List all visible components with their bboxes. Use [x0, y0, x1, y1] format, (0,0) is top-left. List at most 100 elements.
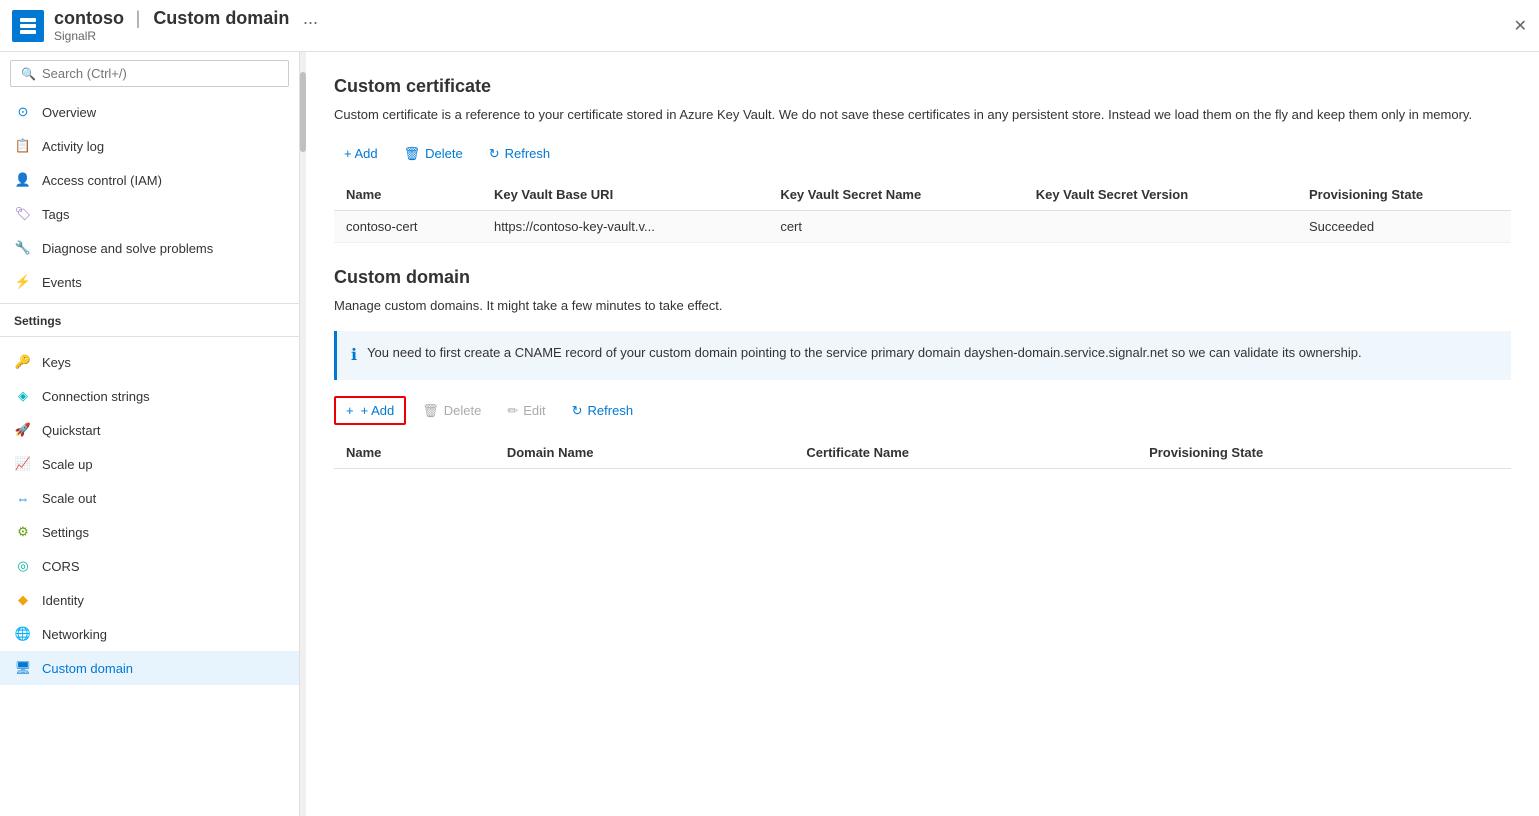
info-banner-text: You need to first create a CNAME record … — [367, 343, 1362, 363]
nav-scale-out[interactable]: ⇔ Scale out — [0, 481, 299, 515]
nav-scale-up[interactable]: 📈 Scale up — [0, 447, 299, 481]
nav-overview[interactable]: ⊙ Overview — [0, 95, 299, 129]
close-button[interactable]: ✕ — [1514, 16, 1527, 36]
settings-icon: ⚙ — [14, 523, 32, 541]
title-bar-text: contoso | Custom domain ... SignalR — [54, 8, 1514, 43]
cert-col-state: Provisioning State — [1297, 179, 1511, 211]
nav-scale-out-label: Scale out — [42, 491, 96, 506]
nav-identity-label: Identity — [42, 593, 84, 608]
nav-activity-log-label: Activity log — [42, 139, 104, 154]
domain-add-button[interactable]: + + Add — [334, 396, 406, 425]
domain-col-state: Provisioning State — [1137, 437, 1511, 469]
nav-connection-strings-label: Connection strings — [42, 389, 150, 404]
nav-networking-label: Networking — [42, 627, 107, 642]
cert-row-name: contoso-cert — [334, 210, 482, 242]
networking-icon: 🌐 — [14, 625, 32, 643]
search-icon: 🔍 — [21, 67, 36, 81]
nav-diagnose-label: Diagnose and solve problems — [42, 241, 213, 256]
cert-section: Custom certificate Custom certificate is… — [334, 76, 1511, 243]
nav-events-label: Events — [42, 275, 82, 290]
domain-section-title: Custom domain — [334, 267, 1511, 288]
nav-keys-label: Keys — [42, 355, 71, 370]
cert-delete-button[interactable]: 🗑 Delete — [394, 141, 473, 167]
refresh-icon: ↻ — [489, 146, 500, 162]
domain-toolbar: + + Add 🗑 Delete ✏ Edit ↻ Refresh — [334, 396, 1511, 425]
domain-col-domain: Domain Name — [495, 437, 795, 469]
quickstart-icon: 🚀 — [14, 421, 32, 439]
table-row[interactable]: contoso-cert https://contoso-key-vault.v… — [334, 210, 1511, 242]
nav-tags-label: Tags — [42, 207, 69, 222]
nav-scale-up-label: Scale up — [42, 457, 93, 472]
cert-toolbar: + Add 🗑 Delete ↻ Refresh — [334, 141, 1511, 167]
cert-row-secret-name: cert — [768, 210, 1023, 242]
edit-icon: ✏ — [507, 403, 518, 419]
cert-col-secret-version: Key Vault Secret Version — [1024, 179, 1297, 211]
events-icon: ⚡ — [14, 273, 32, 291]
nav-activity-log[interactable]: 📋 Activity log — [0, 129, 299, 163]
nav-connection-strings[interactable]: ◈ Connection strings — [0, 379, 299, 413]
settings-divider — [0, 336, 299, 337]
sidebar-scrollbar[interactable] — [300, 52, 306, 816]
search-box[interactable]: 🔍 — [10, 60, 289, 87]
domain-col-name: Name — [334, 437, 495, 469]
domain-section-desc: Manage custom domains. It might take a f… — [334, 296, 1511, 316]
nav-quickstart[interactable]: 🚀 Quickstart — [0, 413, 299, 447]
connection-icon: ◈ — [14, 387, 32, 405]
resource-icon — [12, 10, 44, 42]
domain-section: Custom domain Manage custom domains. It … — [334, 267, 1511, 470]
cert-refresh-button[interactable]: ↻ Refresh — [479, 141, 560, 167]
cert-row-uri: https://contoso-key-vault.v... — [482, 210, 768, 242]
nav-cors[interactable]: ◎ CORS — [0, 549, 299, 583]
cors-icon: ◎ — [14, 557, 32, 575]
cert-row-secret-version — [1024, 210, 1297, 242]
cert-row-state: Succeeded — [1297, 210, 1511, 242]
title-separator: | — [136, 8, 146, 28]
more-options-button[interactable]: ... — [303, 8, 318, 28]
domain-edit-button[interactable]: ✏ Edit — [497, 398, 555, 424]
cert-col-name: Name — [334, 179, 482, 211]
nav-settings[interactable]: ⚙ Settings — [0, 515, 299, 549]
cert-col-uri: Key Vault Base URI — [482, 179, 768, 211]
delete-icon: 🗑 — [404, 146, 421, 162]
resource-type: SignalR — [54, 29, 1514, 43]
nav-custom-domain[interactable]: 🖥 Custom domain — [0, 651, 299, 685]
cert-add-button[interactable]: + Add — [334, 141, 388, 166]
scaleout-icon: ⇔ — [14, 489, 32, 507]
identity-icon: ◆ — [14, 591, 32, 609]
overview-icon: ⊙ — [14, 103, 32, 121]
domain-refresh-icon: ↻ — [572, 403, 583, 419]
iam-icon: 👤 — [14, 171, 32, 189]
scaleup-icon: 📈 — [14, 455, 32, 473]
title-bar: contoso | Custom domain ... SignalR ✕ — [0, 0, 1539, 52]
info-banner: ℹ You need to first create a CNAME recor… — [334, 331, 1511, 380]
cert-table: Name Key Vault Base URI Key Vault Secret… — [334, 179, 1511, 243]
search-input[interactable] — [42, 66, 278, 81]
info-icon: ℹ — [351, 344, 357, 368]
domain-delete-button[interactable]: 🗑 Delete — [412, 398, 491, 424]
main-content: Custom certificate Custom certificate is… — [306, 52, 1539, 816]
nav-identity[interactable]: ◆ Identity — [0, 583, 299, 617]
resource-name: contoso — [54, 8, 124, 28]
cert-section-desc: Custom certificate is a reference to you… — [334, 105, 1511, 125]
nav-cors-label: CORS — [42, 559, 80, 574]
activity-log-icon: 📋 — [14, 137, 32, 155]
nav-events[interactable]: ⚡ Events — [0, 265, 299, 299]
nav-access-control[interactable]: 👤 Access control (IAM) — [0, 163, 299, 197]
nav-networking[interactable]: 🌐 Networking — [0, 617, 299, 651]
nav-settings-label: Settings — [42, 525, 89, 540]
nav-quickstart-label: Quickstart — [42, 423, 101, 438]
nav-tags[interactable]: 🏷 Tags — [0, 197, 299, 231]
custom-domain-icon: 🖥 — [14, 659, 32, 677]
nav-access-control-label: Access control (IAM) — [42, 173, 162, 188]
nav-keys[interactable]: 🔑 Keys — [0, 345, 299, 379]
main-layout: 🔍 ⊙ Overview 📋 Activity log 👤 Access con… — [0, 52, 1539, 816]
cert-col-secret-name: Key Vault Secret Name — [768, 179, 1023, 211]
domain-refresh-button[interactable]: ↻ Refresh — [562, 398, 643, 424]
nav-custom-domain-label: Custom domain — [42, 661, 133, 676]
tags-icon: 🏷 — [14, 205, 32, 223]
domain-table: Name Domain Name Certificate Name Provis… — [334, 437, 1511, 469]
sidebar-scrollbar-thumb — [300, 72, 306, 152]
nav-overview-label: Overview — [42, 105, 96, 120]
nav-diagnose[interactable]: 🔧 Diagnose and solve problems — [0, 231, 299, 265]
add-icon: + — [346, 403, 354, 418]
